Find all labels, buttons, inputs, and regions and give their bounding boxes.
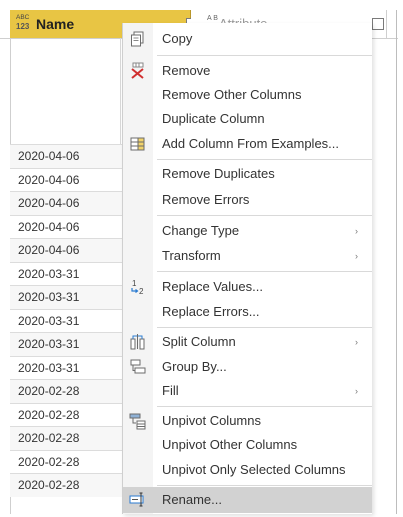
menu-item-replace-errors[interactable]: Replace Errors... [123, 300, 372, 324]
table-row[interactable]: 2020-04-06 [10, 214, 122, 238]
name-column-label: Name [36, 16, 75, 32]
table-row[interactable]: 2020-03-31 [10, 261, 122, 285]
split-column-icon [129, 333, 147, 351]
group-by-icon [129, 358, 147, 376]
menu-item-unpivot-only-selected-columns[interactable]: Unpivot Only Selected Columns [123, 458, 372, 482]
menu-item-label: Replace Values... [162, 279, 263, 294]
replace-values-icon: 1 2 [129, 278, 147, 296]
menu-item-remove-errors[interactable]: Remove Errors [123, 188, 372, 212]
menu-item-add-column-from-examples[interactable]: Add Column From Examples... [123, 132, 372, 156]
menu-separator [157, 485, 372, 486]
table-row[interactable]: 2020-02-28 [10, 402, 122, 426]
name-column-cells: 2020-04-06 2020-04-06 2020-04-06 2020-04… [10, 144, 122, 497]
menu-item-label: Transform [162, 248, 221, 263]
menu-item-label: Unpivot Only Selected Columns [162, 462, 346, 477]
menu-item-duplicate-column[interactable]: Duplicate Column [123, 107, 372, 131]
submenu-arrow-icon: › [355, 337, 358, 347]
menu-item-label: Copy [162, 31, 193, 46]
svg-text:1: 1 [132, 279, 137, 288]
table-row[interactable]: 2020-04-06 [10, 191, 122, 215]
table-row[interactable]: 2020-03-31 [10, 308, 122, 332]
add-column-icon [129, 135, 147, 153]
type-badge-bottom: 123 [16, 22, 30, 31]
menu-item-unpivot-other-columns[interactable]: Unpivot Other Columns [123, 433, 372, 457]
menu-item-label: Remove [162, 63, 211, 78]
rename-icon [129, 490, 147, 508]
menu-item-group-by[interactable]: Group By... [123, 355, 372, 379]
table-row[interactable]: 2020-04-06 [10, 144, 122, 168]
menu-item-label: Unpivot Other Columns [162, 437, 298, 452]
table-row[interactable]: 2020-03-31 [10, 332, 122, 356]
menu-separator [157, 406, 372, 407]
menu-item-copy[interactable]: Copy [123, 27, 372, 51]
menu-item-label: Remove Errors [162, 192, 250, 207]
menu-item-fill[interactable]: Fill › [123, 379, 372, 403]
menu-item-label: Add Column From Examples... [162, 136, 340, 151]
remove-icon [129, 62, 147, 80]
column-divider [396, 10, 397, 514]
table-row[interactable]: 2020-03-31 [10, 285, 122, 309]
table-row[interactable]: 2020-02-28 [10, 449, 122, 473]
type-badge-top: ABC [16, 14, 30, 21]
menu-item-label: Split Column [162, 334, 236, 349]
menu-item-remove-duplicates[interactable]: Remove Duplicates [123, 162, 372, 186]
menu-item-label: Change Type [162, 223, 240, 238]
menu-item-split-column[interactable]: Split Column › [123, 330, 372, 354]
menu-separator [157, 55, 372, 56]
table-row[interactable]: 2020-02-28 [10, 379, 122, 403]
menu-item-label: Remove Other Columns [162, 87, 302, 102]
unpivot-icon [129, 412, 147, 430]
menu-item-label: Duplicate Column [162, 111, 265, 126]
menu-separator [157, 327, 372, 328]
attribute-filter-dropdown-icon[interactable] [372, 18, 384, 30]
menu-item-label: Replace Errors... [162, 304, 260, 319]
menu-item-remove-other-columns[interactable]: Remove Other Columns [123, 83, 372, 107]
svg-text:2: 2 [139, 287, 144, 296]
table-row[interactable]: 2020-03-31 [10, 355, 122, 379]
menu-item-replace-values[interactable]: 1 2 Replace Values... [123, 275, 372, 299]
type-any-icon[interactable]: ABC 123 [16, 13, 30, 33]
table-row[interactable]: 2020-02-28 [10, 426, 122, 450]
menu-item-change-type[interactable]: Change Type › [123, 219, 372, 243]
menu-item-remove[interactable]: Remove [123, 59, 372, 83]
submenu-arrow-icon: › [355, 386, 358, 396]
menu-item-label: Fill [162, 383, 179, 398]
menu-item-label: Rename... [162, 492, 222, 507]
menu-item-label: Group By... [162, 359, 227, 374]
table-row[interactable]: 2020-04-06 [10, 238, 122, 262]
type-text-icon: A B [207, 15, 218, 22]
copy-icon [129, 30, 147, 48]
menu-separator [157, 159, 372, 160]
submenu-arrow-icon: › [355, 251, 358, 261]
menu-separator [157, 215, 372, 216]
submenu-arrow-icon: › [355, 226, 358, 236]
menu-item-transform[interactable]: Transform › [123, 244, 372, 268]
menu-separator [157, 271, 372, 272]
column-profile-area [10, 38, 121, 144]
table-row[interactable]: 2020-02-28 [10, 473, 122, 497]
menu-item-label: Unpivot Columns [162, 413, 261, 428]
column-context-menu: Copy Remove Remove Other Columns Duplica… [122, 23, 372, 514]
table-row[interactable]: 2020-04-06 [10, 167, 122, 191]
menu-item-unpivot-columns[interactable]: Unpivot Columns [123, 409, 372, 433]
menu-item-label: Remove Duplicates [162, 166, 275, 181]
menu-item-rename[interactable]: Rename... [123, 487, 372, 513]
